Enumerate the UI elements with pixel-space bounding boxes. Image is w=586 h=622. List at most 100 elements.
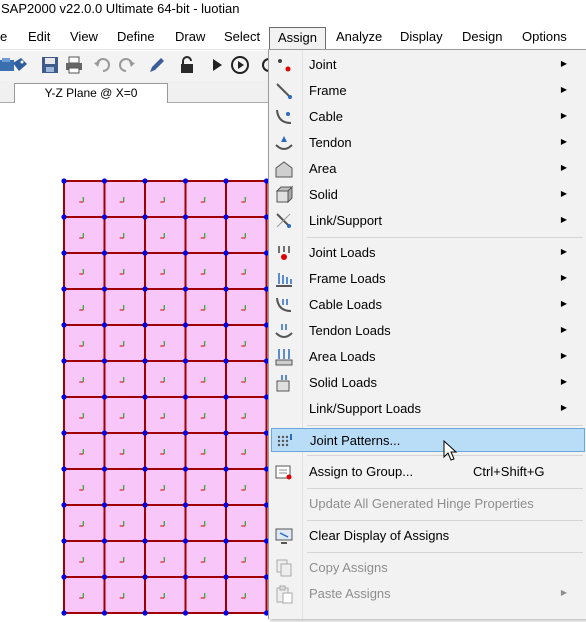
- submenu-arrow-icon: ▶: [560, 588, 567, 597]
- joint-node: [223, 250, 229, 256]
- menu-item-cable-loads[interactable]: Cable Loads ▶: [271, 293, 585, 317]
- undo-icon[interactable]: [92, 55, 112, 75]
- joint-node: [223, 610, 229, 616]
- run-analysis-icon[interactable]: [230, 55, 250, 75]
- menu-assign[interactable]: Assign: [269, 27, 326, 51]
- joint-node: [101, 178, 108, 184]
- submenu-arrow-icon: ▶: [560, 189, 567, 198]
- joint-node: [61, 610, 67, 616]
- menu-item-tendon-loads[interactable]: Tendon Loads ▶: [271, 319, 585, 343]
- redo-icon[interactable]: [117, 55, 137, 75]
- pencil-icon[interactable]: [147, 55, 167, 75]
- print-icon[interactable]: [64, 55, 84, 75]
- joint-icon: [278, 59, 291, 72]
- solid-icon: [275, 185, 294, 204]
- menu-item-update-hinge-properties[interactable]: Update All Generated Hinge Properties: [271, 492, 585, 516]
- joint-node: [223, 466, 229, 472]
- frame-loads-icon: [276, 273, 292, 287]
- joint-node: [101, 358, 108, 364]
- submenu-arrow-icon: ▶: [560, 325, 567, 334]
- menu-item-solid-loads[interactable]: Solid Loads ▶: [271, 371, 585, 395]
- menu-item-link-support-loads[interactable]: Link/Support Loads ▶: [271, 397, 585, 421]
- shortcut-text: Ctrl+Shift+G: [473, 464, 545, 479]
- menu-options[interactable]: Options: [520, 28, 569, 50]
- joint-node: [223, 286, 229, 292]
- joint-node: [101, 214, 108, 220]
- joint-node: [223, 394, 229, 400]
- mouse-cursor-icon: [443, 440, 458, 461]
- menu-item-joint-patterns[interactable]: Joint Patterns...: [271, 428, 585, 452]
- joint-node: [61, 538, 67, 544]
- menu-item-copy-assigns[interactable]: Copy Assigns: [271, 556, 585, 580]
- joint-node: [182, 250, 189, 256]
- menu-item-solid[interactable]: Solid ▶: [271, 183, 585, 207]
- joint-node: [182, 574, 189, 580]
- joint-node: [142, 466, 148, 472]
- joint-node: [101, 466, 108, 472]
- run-icon[interactable]: [207, 55, 227, 75]
- menu-analyze[interactable]: Analyze: [334, 28, 384, 50]
- menu-select[interactable]: Select: [222, 28, 262, 50]
- submenu-arrow-icon: ▶: [560, 59, 567, 68]
- tab-yz-plane[interactable]: Y-Z Plane @ X=0: [14, 83, 168, 104]
- save-icon[interactable]: [40, 55, 60, 75]
- submenu-arrow-icon: ▶: [560, 247, 567, 256]
- menu-item-frame-loads[interactable]: Frame Loads ▶: [271, 267, 585, 291]
- menu-display[interactable]: Display: [398, 28, 445, 50]
- joint-node: [223, 214, 229, 220]
- joint-node: [142, 358, 148, 364]
- joint-node: [101, 286, 108, 292]
- menu-item-joint-loads[interactable]: Joint Loads ▶: [271, 241, 585, 265]
- joint-node: [142, 250, 148, 256]
- menu-separator: [307, 552, 583, 553]
- joint-node: [61, 394, 67, 400]
- copy-assigns-icon: [276, 559, 292, 577]
- menu-file[interactable]: e: [0, 28, 9, 50]
- joint-node: [223, 322, 229, 328]
- joint-node: [101, 250, 108, 256]
- joint-node: [182, 610, 189, 616]
- joint-node: [223, 178, 229, 184]
- submenu-arrow-icon: ▶: [560, 137, 567, 146]
- submenu-arrow-icon: ▶: [560, 403, 567, 412]
- menu-view[interactable]: View: [68, 28, 100, 50]
- tag-icon[interactable]: [10, 55, 30, 75]
- joint-node: [61, 178, 67, 184]
- joint-node: [101, 430, 108, 436]
- submenu-arrow-icon: ▶: [560, 85, 567, 94]
- menu-item-clear-display-assigns[interactable]: Clear Display of Assigns: [271, 524, 585, 548]
- menu-separator: [307, 237, 583, 238]
- joint-node: [182, 322, 189, 328]
- joint-node: [101, 322, 108, 328]
- joint-node: [182, 214, 189, 220]
- menu-item-link-support[interactable]: Link/Support ▶: [271, 209, 585, 233]
- menu-item-paste-assigns[interactable]: Paste Assigns ▶: [271, 582, 585, 606]
- joint-node: [182, 178, 189, 184]
- menu-define[interactable]: Define: [115, 28, 157, 50]
- joint-node: [142, 394, 148, 400]
- menu-item-cable[interactable]: Cable ▶: [271, 105, 585, 129]
- area-icon: [275, 161, 293, 178]
- menu-item-joint[interactable]: Joint ▶: [271, 53, 585, 77]
- joint-node: [142, 430, 148, 436]
- menu-edit[interactable]: Edit: [26, 28, 52, 50]
- joint-node: [223, 358, 229, 364]
- joint-node: [61, 322, 67, 328]
- joint-node: [182, 358, 189, 364]
- joint-node: [101, 574, 108, 580]
- menu-draw[interactable]: Draw: [173, 28, 207, 50]
- menu-item-area[interactable]: Area ▶: [271, 157, 585, 181]
- submenu-arrow-icon: ▶: [560, 299, 567, 308]
- menu-item-frame[interactable]: Frame ▶: [271, 79, 585, 103]
- menu-item-assign-to-group[interactable]: Assign to Group... Ctrl+Shift+G: [271, 460, 585, 484]
- menu-design[interactable]: Design: [460, 28, 504, 50]
- lock-icon[interactable]: [177, 55, 197, 75]
- joint-node: [142, 322, 148, 328]
- menu-item-area-loads[interactable]: Area Loads ▶: [271, 345, 585, 369]
- assign-menu: Joint ▶ Frame ▶ Cable ▶ Tendon ▶ Area ▶ …: [268, 49, 586, 619]
- joint-node: [182, 430, 189, 436]
- joint-node: [101, 538, 108, 544]
- menu-item-tendon[interactable]: Tendon ▶: [271, 131, 585, 155]
- joint-node: [61, 214, 67, 220]
- submenu-arrow-icon: ▶: [560, 273, 567, 282]
